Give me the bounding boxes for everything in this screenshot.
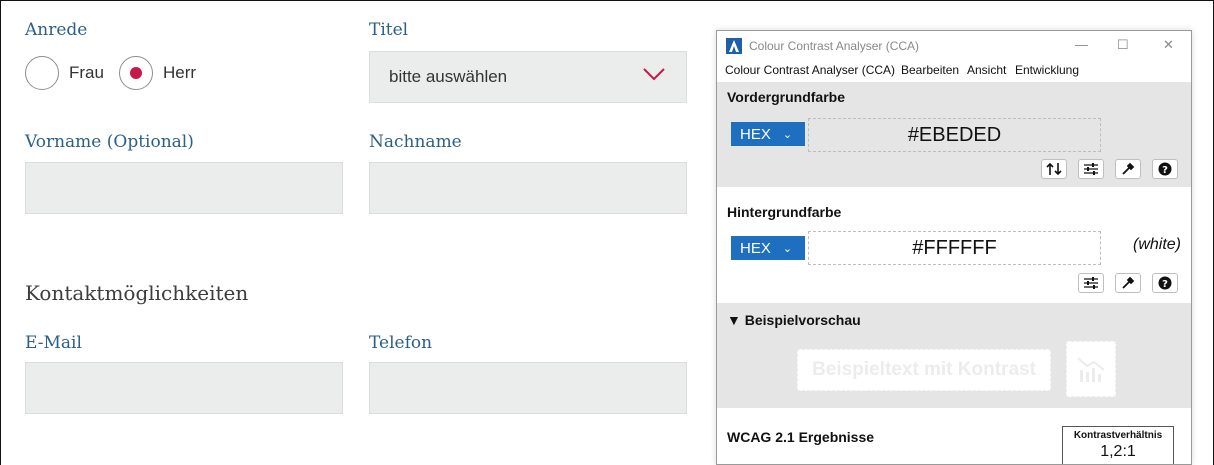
title-select-value: bitte auswählen <box>389 67 508 86</box>
salutation-label: Anrede <box>25 20 88 40</box>
email-input[interactable] <box>25 362 343 414</box>
contrast-ratio-box: Kontrastverhältnis 1,2:1 <box>1062 426 1174 464</box>
background-format-label: HEX <box>740 239 771 257</box>
menu-item-view[interactable]: Ansicht <box>967 63 1006 77</box>
menu-item-edit[interactable]: Bearbeiten <box>901 63 959 77</box>
cca-menubar: Colour Contrast Analyser (CCA) Bearbeite… <box>717 60 1191 82</box>
contrast-ratio-label: Kontrastverhältnis <box>1073 430 1163 441</box>
radio-frau[interactable]: Frau <box>25 56 104 90</box>
foreground-format-select[interactable]: HEX ⌄ <box>731 122 805 146</box>
title-select[interactable]: bitte auswählen <box>369 51 687 103</box>
sample-text: Beispieltext mit Kontrast <box>797 349 1051 391</box>
radio-herr-circle[interactable] <box>119 56 153 90</box>
cca-window: Colour Contrast Analyser (CCA) — ☐ ✕ Col… <box>716 30 1192 465</box>
background-format-select[interactable]: HEX ⌄ <box>731 236 805 260</box>
sliders-icon[interactable] <box>1078 159 1104 179</box>
sliders-icon[interactable] <box>1078 273 1104 293</box>
background-hex-input[interactable]: #FFFFFF <box>808 231 1101 265</box>
chevron-down-icon: ⌄ <box>782 242 793 255</box>
menu-item-app[interactable]: Colour Contrast Analyser (CCA) <box>725 63 895 77</box>
chevron-down-icon: ⌄ <box>782 128 793 141</box>
radio-selected-dot <box>130 67 142 79</box>
title-label: Titel <box>369 20 409 40</box>
chevron-down-icon <box>643 68 665 81</box>
preview-toggle[interactable]: ▼ Beispielvorschau <box>727 312 861 328</box>
foreground-hex-input[interactable]: #EBEDED <box>808 118 1101 152</box>
foreground-format-label: HEX <box>740 125 771 143</box>
firstname-label: Vorname (Optional) <box>25 132 194 152</box>
lastname-input[interactable] <box>369 162 687 214</box>
eyedropper-icon[interactable] <box>1115 273 1141 293</box>
close-icon[interactable]: ✕ <box>1163 37 1174 53</box>
background-color-name: (white) <box>1132 236 1181 253</box>
results-title: WCAG 2.1 Ergebnisse <box>727 429 875 445</box>
foreground-title: Vordergrundfarbe <box>727 89 845 105</box>
lastname-label: Nachname <box>369 132 462 152</box>
phone-input[interactable] <box>369 362 687 414</box>
app-icon <box>726 38 742 54</box>
contrast-ratio-value: 1,2:1 <box>1100 443 1136 460</box>
radio-frau-circle[interactable] <box>25 56 59 90</box>
eyedropper-icon[interactable] <box>1115 159 1141 179</box>
maximize-icon[interactable]: ☐ <box>1117 37 1129 53</box>
radio-herr-label: Herr <box>163 63 197 82</box>
radio-herr[interactable]: Herr <box>119 56 196 90</box>
cca-titlebar[interactable]: Colour Contrast Analyser (CCA) — ☐ ✕ <box>717 31 1191 60</box>
minimize-icon[interactable]: — <box>1075 37 1088 52</box>
radio-frau-label: Frau <box>69 63 104 82</box>
firstname-input[interactable] <box>25 162 343 214</box>
background-title: Hintergrundfarbe <box>727 204 842 220</box>
svg-text:?: ? <box>1162 165 1168 176</box>
svg-text:?: ? <box>1162 279 1168 290</box>
phone-label: Telefon <box>369 333 433 353</box>
email-label: E-Mail <box>25 333 82 353</box>
help-icon[interactable]: ? <box>1152 159 1178 179</box>
background-panel: Hintergrundfarbe HEX ⌄ #FFFFFF ? <box>717 187 1191 303</box>
help-icon[interactable]: ? <box>1152 273 1178 293</box>
chart-image-icon <box>1066 341 1116 397</box>
cca-window-title: Colour Contrast Analyser (CCA) <box>749 39 920 53</box>
menu-item-dev[interactable]: Entwicklung <box>1015 63 1079 77</box>
foreground-panel: Vordergrundfarbe HEX ⌄ #EBEDED ? <box>717 82 1191 187</box>
contact-section-heading: Kontaktmöglichkeiten <box>25 281 249 305</box>
swap-icon[interactable] <box>1041 159 1067 179</box>
